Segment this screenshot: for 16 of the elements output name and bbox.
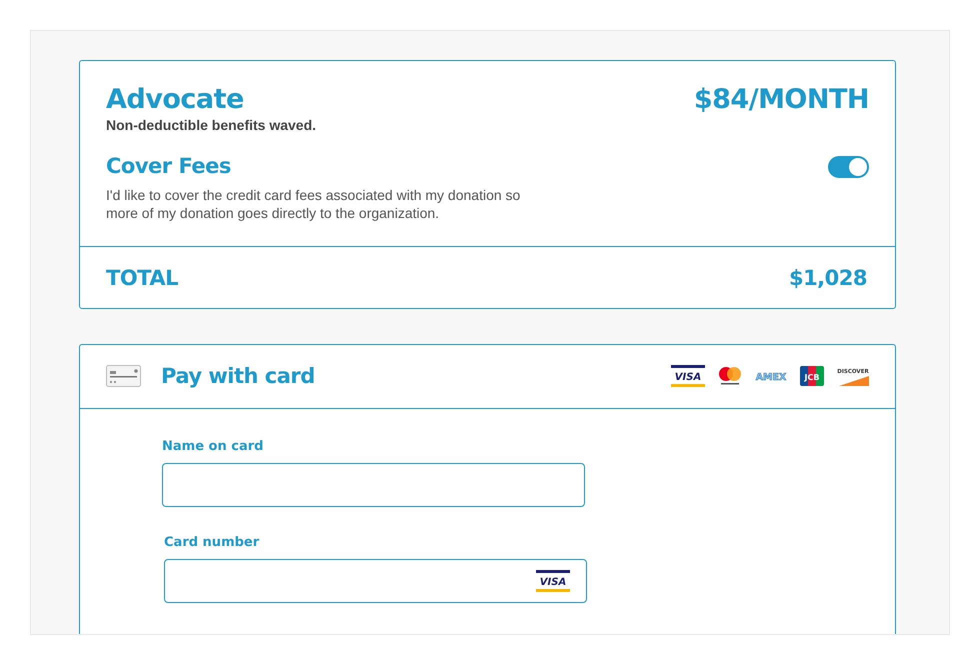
field-label: Name on card xyxy=(162,438,264,454)
credit-card-icon xyxy=(106,365,141,388)
input-field[interactable] xyxy=(162,462,585,507)
total-amount: $1,028 xyxy=(788,266,867,290)
mastercard-logo-icon xyxy=(718,366,742,386)
plan-price: $84/MONTH xyxy=(694,85,869,115)
payment-title: Pay with card xyxy=(161,364,315,388)
plan-note: Non-deductible benefits waved. xyxy=(106,116,316,133)
field-label: Card number xyxy=(164,534,260,550)
input-field[interactable]: VISA xyxy=(164,558,587,603)
amex-logo-icon: AMEX xyxy=(755,369,787,384)
cover-fees-title: Cover Fees xyxy=(106,154,231,178)
cover-fees-description: I'd like to cover the credit card fees associated with my donation so more of my donation goes directly to the organization. xyxy=(106,186,522,222)
total-label: TOTAL xyxy=(106,266,178,290)
cover-fees-toggle[interactable] xyxy=(828,156,869,178)
plan-name: Advocate xyxy=(106,85,245,115)
